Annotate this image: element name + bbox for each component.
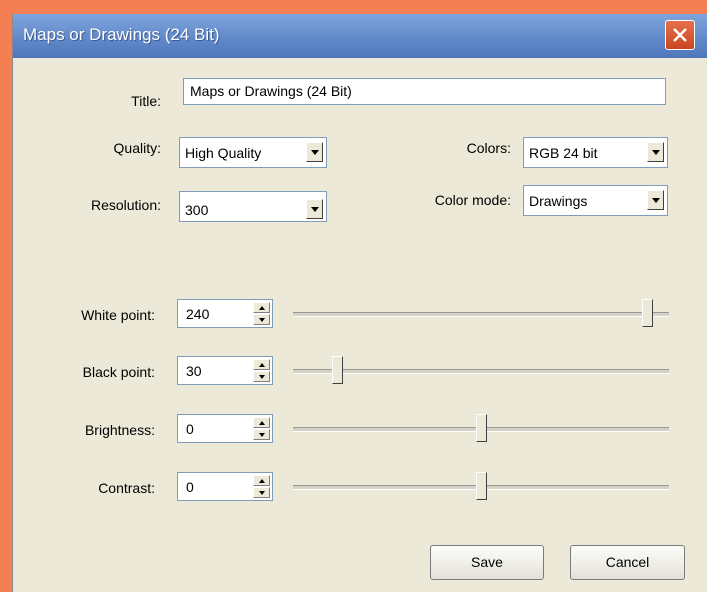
spin-up-icon: [259, 479, 265, 483]
spin-up-button[interactable]: [253, 417, 270, 428]
slider-track: [293, 312, 669, 317]
title-bar: Maps or Drawings (24 Bit): [13, 14, 707, 58]
close-icon: [673, 28, 687, 42]
color-mode-value: Drawings: [529, 193, 588, 209]
color-mode-dropdown-button[interactable]: [647, 190, 664, 210]
slider-value-spinner[interactable]: 0: [177, 472, 273, 501]
close-button[interactable]: [665, 20, 695, 50]
resolution-value: 300: [185, 202, 209, 218]
spin-down-icon: [259, 491, 265, 495]
slider-thumb[interactable]: [476, 472, 487, 500]
spin-down-button[interactable]: [253, 371, 270, 382]
spinner-value: 0: [186, 479, 194, 495]
spin-down-button[interactable]: [253, 429, 270, 440]
spinner-value: 0: [186, 421, 194, 437]
spin-down-icon: [259, 318, 265, 322]
slider-label: Contrast:: [98, 480, 155, 496]
resolution-dropdown-button[interactable]: [306, 199, 323, 219]
spin-up-icon: [259, 421, 265, 425]
slider-label: Brightness:: [84, 422, 155, 438]
dialog-window: Maps or Drawings (24 Bit) Title: Maps or…: [12, 14, 707, 592]
chevron-down-icon: [652, 150, 660, 155]
colors-value: RGB 24 bit: [529, 145, 598, 161]
slider-thumb[interactable]: [476, 414, 487, 442]
spin-down-button[interactable]: [253, 314, 270, 325]
slider-value-spinner[interactable]: 30: [177, 356, 273, 385]
colors-label: Colors:: [466, 140, 511, 156]
spin-up-button[interactable]: [253, 475, 270, 486]
slider-track-container[interactable]: [293, 472, 669, 502]
slider-value-spinner[interactable]: 0: [177, 414, 273, 443]
chevron-down-icon: [652, 198, 660, 203]
slider-track-container[interactable]: [293, 356, 669, 386]
spin-down-icon: [259, 375, 265, 379]
quality-value: High Quality: [185, 145, 262, 161]
cancel-button[interactable]: Cancel: [570, 545, 685, 580]
colors-select[interactable]: RGB 24 bit: [523, 137, 668, 168]
spin-up-icon: [259, 363, 265, 367]
resolution-label: Resolution:: [90, 197, 161, 213]
quality-label: Quality:: [113, 140, 161, 156]
slider-track: [293, 369, 669, 374]
title-input[interactable]: Maps or Drawings (24 Bit): [183, 78, 666, 105]
quality-dropdown-button[interactable]: [306, 142, 323, 162]
slider-value-spinner[interactable]: 240: [177, 299, 273, 328]
color-mode-select[interactable]: Drawings: [523, 185, 668, 216]
quality-select[interactable]: High Quality: [179, 137, 327, 168]
slider-thumb[interactable]: [332, 356, 344, 384]
slider-track-container[interactable]: [293, 414, 669, 444]
title-label: Title:: [131, 93, 161, 109]
slider-thumb[interactable]: [641, 299, 653, 327]
spin-up-button[interactable]: [253, 302, 270, 313]
title-input-value: Maps or Drawings (24 Bit): [190, 83, 352, 99]
slider-track-container[interactable]: [293, 299, 669, 329]
spin-up-icon: [259, 306, 265, 310]
spin-up-button[interactable]: [253, 359, 270, 370]
spinner-value: 30: [186, 363, 202, 379]
save-button[interactable]: Save: [430, 545, 544, 580]
slider-label: White point:: [81, 307, 155, 323]
spin-down-button[interactable]: [253, 487, 270, 498]
spin-down-icon: [259, 433, 265, 437]
color-mode-label: Color mode:: [434, 192, 511, 208]
slider-label: Black point:: [82, 364, 155, 380]
chevron-down-icon: [311, 207, 319, 212]
resolution-select[interactable]: 300: [179, 191, 327, 222]
spinner-value: 240: [186, 306, 210, 322]
chevron-down-icon: [311, 150, 319, 155]
colors-dropdown-button[interactable]: [647, 142, 664, 162]
window-title: Maps or Drawings (24 Bit): [23, 25, 220, 44]
